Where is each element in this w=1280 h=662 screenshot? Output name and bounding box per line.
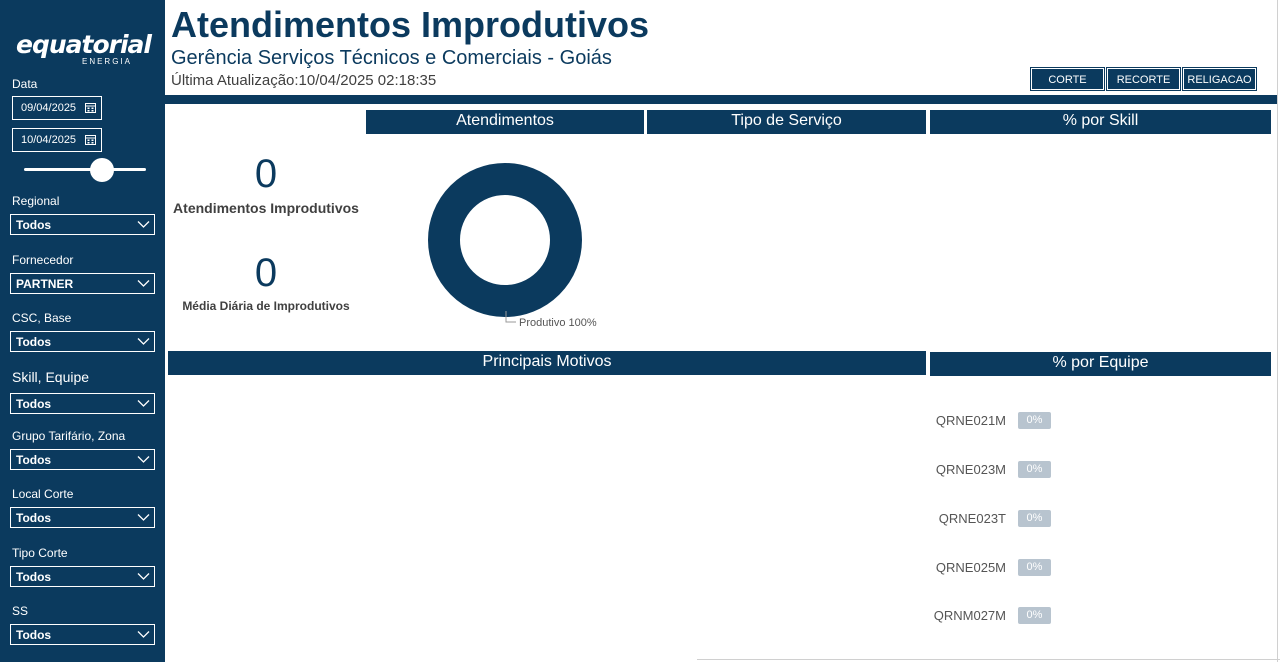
donut-data-label: Produtivo 100% xyxy=(519,317,597,329)
regional-label: Regional xyxy=(12,194,60,208)
section-pct-equipe: % por Equipe xyxy=(930,352,1271,376)
filter-sidebar: equatorial ENERGIA Data 09/04/2025 10/04… xyxy=(0,0,165,662)
chevron-down-icon xyxy=(137,400,150,407)
local-corte-value: Todos xyxy=(16,511,52,525)
skill-equipe-label: Skill, Equipe xyxy=(12,369,90,385)
csc-base-value: Todos xyxy=(16,335,52,349)
local-corte-dropdown[interactable]: Todos xyxy=(10,507,155,528)
ss-label: SS xyxy=(12,604,29,618)
date-range-slider-track[interactable] xyxy=(24,168,146,171)
chevron-down-icon xyxy=(137,631,150,638)
chevron-down-icon xyxy=(137,573,150,580)
dashboard: equatorial ENERGIA Data 09/04/2025 10/04… xyxy=(0,0,1280,662)
section-pct-skill: % por Skill xyxy=(930,110,1271,134)
equipe-pct-badge: 0% xyxy=(1018,461,1051,478)
calendar-icon[interactable] xyxy=(85,134,96,145)
calendar-icon[interactable] xyxy=(85,102,96,113)
grupo-tarifario-value: Todos xyxy=(16,453,52,467)
donut-slice-produtivo[interactable] xyxy=(428,163,582,317)
chevron-down-icon xyxy=(137,221,150,228)
atendimentos-donut-chart xyxy=(428,163,582,317)
last-update-text: Última Atualização:10/04/2025 02:18:35 xyxy=(171,72,437,89)
equipe-name: QRNE023T xyxy=(938,511,1006,526)
equatorial-logo: equatorial ENERGIA xyxy=(16,30,152,72)
kpi-atendimentos-label: Atendimentos Improdutivos xyxy=(173,200,359,216)
kpi-media-label: Média Diária de Improdutivos xyxy=(182,299,350,313)
equipe-pct-badge: 0% xyxy=(1018,510,1051,527)
csc-base-label: CSC, Base xyxy=(12,311,72,325)
equipe-name: QRNE021M xyxy=(935,413,1006,428)
equipe-name: QRNM027M xyxy=(933,608,1006,623)
recorte-button[interactable]: RECORTE xyxy=(1106,67,1181,91)
chevron-down-icon xyxy=(137,514,150,521)
csc-base-dropdown[interactable]: Todos xyxy=(10,331,155,352)
skill-equipe-value: Todos xyxy=(16,397,52,411)
kpi-atendimentos-value: 0 xyxy=(254,152,278,196)
equipe-pct-badge: 0% xyxy=(1018,607,1051,624)
date-end-field[interactable]: 10/04/2025 xyxy=(12,128,102,152)
regional-value: Todos xyxy=(16,218,52,232)
corte-button[interactable]: CORTE xyxy=(1030,67,1105,91)
section-atendimentos: Atendimentos xyxy=(366,110,644,134)
date-end-value: 10/04/2025 xyxy=(21,134,77,146)
date-start-value: 09/04/2025 xyxy=(21,102,77,114)
chevron-down-icon xyxy=(137,456,150,463)
local-corte-label: Local Corte xyxy=(12,487,74,501)
religacao-button[interactable]: RELIGACAO xyxy=(1182,67,1257,91)
equipe-name: QRNE023M xyxy=(935,462,1006,477)
regional-dropdown[interactable]: Todos xyxy=(10,214,155,235)
ss-dropdown[interactable]: Todos xyxy=(10,624,155,645)
section-principais-motivos: Principais Motivos xyxy=(168,351,926,375)
logo-text: equatorial xyxy=(16,30,152,59)
equipe-pct-badge: 0% xyxy=(1018,559,1051,576)
header-divider xyxy=(165,95,1278,104)
ss-value: Todos xyxy=(16,628,52,642)
kpi-media-value: 0 xyxy=(254,251,278,295)
chevron-down-icon xyxy=(137,280,150,287)
page-title: Atendimentos Improdutivos xyxy=(171,4,650,45)
right-border xyxy=(1277,0,1278,662)
bottom-divider xyxy=(697,659,1280,660)
tipo-corte-label: Tipo Corte xyxy=(12,546,68,560)
tipo-corte-dropdown[interactable]: Todos xyxy=(10,566,155,587)
date-start-field[interactable]: 09/04/2025 xyxy=(12,96,102,120)
fornecedor-dropdown[interactable]: PARTNER xyxy=(10,273,155,294)
tipo-corte-value: Todos xyxy=(16,570,52,584)
skill-equipe-dropdown[interactable]: Todos xyxy=(10,393,155,414)
fornecedor-value: PARTNER xyxy=(16,277,74,291)
fornecedor-label: Fornecedor xyxy=(12,253,74,267)
chevron-down-icon xyxy=(137,338,150,345)
section-tipo-servico: Tipo de Serviço xyxy=(647,110,926,134)
date-label: Data xyxy=(12,77,38,91)
equipe-pct-badge: 0% xyxy=(1018,412,1051,429)
grupo-tarifario-dropdown[interactable]: Todos xyxy=(10,449,155,470)
equipe-name: QRNE025M xyxy=(935,560,1006,575)
donut-label-leader xyxy=(505,311,516,323)
page-subtitle: Gerência Serviços Técnicos e Comerciais … xyxy=(171,47,612,69)
grupo-tarifario-label: Grupo Tarifário, Zona xyxy=(12,429,126,443)
date-range-slider-handle[interactable] xyxy=(90,158,114,182)
